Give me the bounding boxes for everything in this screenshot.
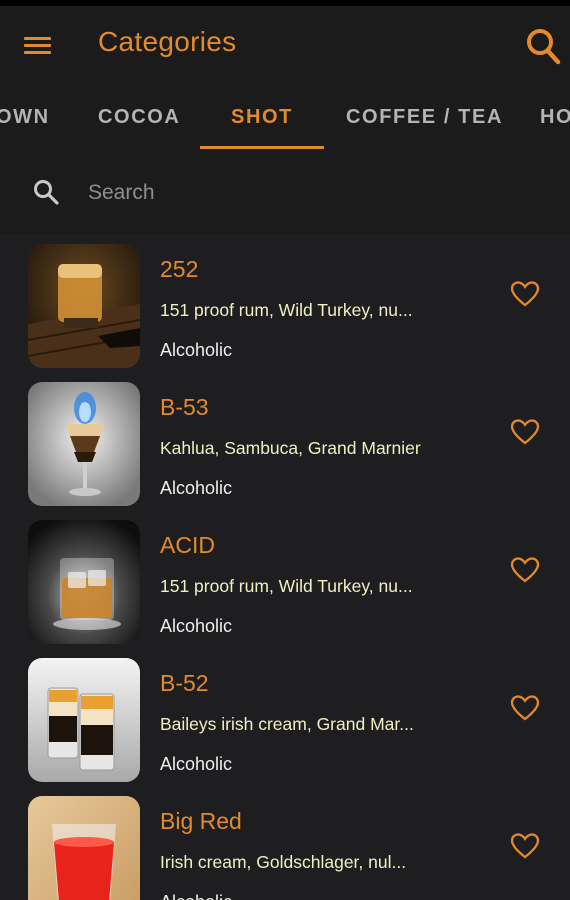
search-input[interactable] — [86, 174, 530, 212]
heart-outline-icon[interactable] — [510, 694, 540, 722]
app-bar: Categories — [0, 6, 570, 86]
drink-ingredients: Kahlua, Sambuca, Grand Marnier — [160, 438, 421, 458]
drink-category: Alcoholic — [160, 478, 233, 498]
drink-ingredients: Irish cream, Goldschlager, nul... — [160, 852, 407, 872]
drink-ingredients: Baileys irish cream, Grand Mar... — [160, 714, 414, 734]
tab-shot[interactable]: SHOT — [231, 106, 293, 129]
heart-outline-icon[interactable] — [510, 280, 540, 308]
drink-category: Alcoholic — [160, 340, 233, 360]
category-tabs: OWN COCOA SHOT COFFEE / TEA HO — [0, 86, 570, 152]
drink-ingredients: 151 proof rum, Wild Turkey, nu... — [160, 576, 413, 596]
tab-cocoa[interactable]: COCOA — [98, 106, 180, 129]
drink-list: 252 151 proof rum, Wild Turkey, nu... Al… — [0, 236, 570, 900]
drink-category: Alcoholic — [160, 754, 233, 774]
list-item[interactable]: B-52 Baileys irish cream, Grand Mar... A… — [0, 650, 570, 788]
drink-thumbnail — [28, 382, 140, 506]
drink-name: B-53 — [160, 394, 209, 420]
drink-name: ACID — [160, 532, 215, 558]
active-tab-indicator — [200, 146, 324, 149]
drink-ingredients: 151 proof rum, Wild Turkey, nu... — [160, 300, 413, 320]
list-item[interactable]: ACID 151 proof rum, Wild Turkey, nu... A… — [0, 512, 570, 650]
heart-outline-icon[interactable] — [510, 832, 540, 860]
list-item[interactable]: Big Red Irish cream, Goldschlager, nul..… — [0, 788, 570, 900]
list-item[interactable]: B-53 Kahlua, Sambuca, Grand Marnier Alco… — [0, 374, 570, 512]
drink-category: Alcoholic — [160, 616, 233, 636]
search-bar — [0, 152, 570, 234]
page-title: Categories — [98, 26, 237, 57]
search-icon[interactable] — [524, 26, 562, 66]
heart-outline-icon[interactable] — [510, 556, 540, 584]
drink-thumbnail — [28, 796, 140, 900]
drink-thumbnail — [28, 658, 140, 782]
tab-own[interactable]: OWN — [0, 106, 50, 129]
drink-thumbnail — [28, 520, 140, 644]
heart-outline-icon[interactable] — [510, 418, 540, 446]
drink-name: Big Red — [160, 808, 242, 834]
drink-name: B-52 — [160, 670, 209, 696]
drink-category: Alcoholic — [160, 892, 232, 900]
hamburger-menu-icon[interactable] — [24, 30, 52, 60]
list-item[interactable]: 252 151 proof rum, Wild Turkey, nu... Al… — [0, 236, 570, 374]
search-icon — [34, 180, 59, 205]
tab-coffee-tea[interactable]: COFFEE / TEA — [346, 106, 503, 129]
drink-thumbnail — [28, 244, 140, 368]
drink-name: 252 — [160, 256, 199, 282]
tab-ho[interactable]: HO — [540, 106, 570, 129]
